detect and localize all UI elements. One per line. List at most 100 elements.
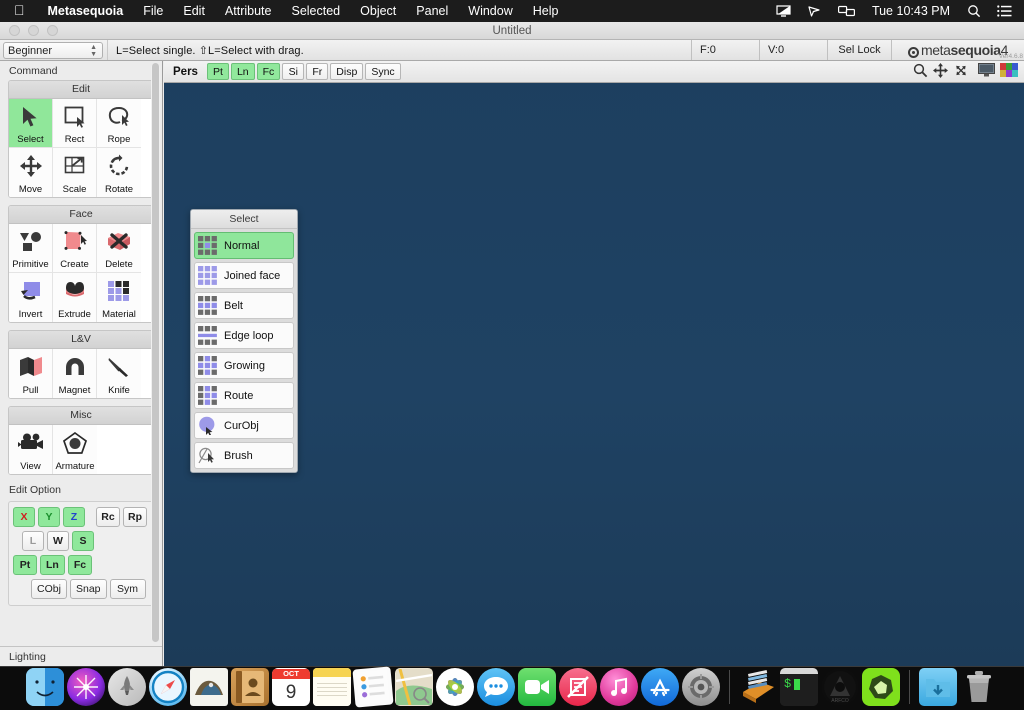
dock-item-photos[interactable] [436,668,474,706]
dock-item-trash[interactable] [960,668,998,706]
select-option-growing[interactable]: Growing [194,352,294,379]
orbit-icon[interactable] [953,63,969,81]
dock-item-metasequoia[interactable] [862,668,900,706]
edit-option-pt[interactable]: Pt [13,555,37,575]
tool-material[interactable]: Material [97,273,141,322]
monitor-icon[interactable] [978,63,995,80]
select-option-belt[interactable]: Belt [194,292,294,319]
dock-item-news[interactable] [559,668,597,706]
tool-invert[interactable]: Invert [9,273,53,322]
tool-extrude[interactable]: Extrude [53,273,97,322]
zoom-icon[interactable] [913,63,928,81]
edit-option-rc[interactable]: Rc [96,507,120,527]
tool-knife[interactable]: Knife [97,349,141,398]
command-panel-scrollbar[interactable] [151,63,160,642]
dock-item-xcode-books[interactable] [739,668,777,706]
edit-option-row-misc: CObj Snap Sym [13,579,149,599]
search-icon[interactable] [959,0,989,22]
viewbar-button-fr[interactable]: Fr [306,63,329,80]
display-mirroring-icon[interactable] [768,0,799,22]
dock-item-system-preferences[interactable] [682,668,720,706]
menu-item-file[interactable]: File [133,0,173,22]
edit-option-z[interactable]: Z [63,507,85,527]
tool-rope[interactable]: Rope [97,99,141,148]
projection-label[interactable]: Pers [173,66,198,78]
dock-item-finder[interactable] [26,668,64,706]
scrollbar-thumb[interactable] [152,63,159,642]
tool-scale[interactable]: Scale [53,148,97,197]
dock-item-maps[interactable] [395,668,433,706]
pan-icon[interactable] [933,62,948,81]
window-title-bar: Untitled [0,22,1024,40]
tool-delete[interactable]: Delete [97,224,141,273]
dock-item-downloads-folder[interactable] [919,668,957,706]
edit-option-y[interactable]: Y [38,507,60,527]
edit-option-ln[interactable]: Ln [40,555,65,575]
dock-item-safari[interactable] [149,668,187,706]
viewbar-button-sync[interactable]: Sync [365,63,401,80]
menu-item-edit[interactable]: Edit [173,0,215,22]
viewbar-button-ln[interactable]: Ln [230,63,255,80]
color-swatch-icon[interactable] [1000,63,1018,80]
edit-option-x[interactable]: X [13,507,35,527]
tool-create[interactable]: Create [53,224,97,273]
control-center-icon[interactable] [989,0,1024,22]
select-option-edge-loop[interactable]: Edge loop [194,322,294,349]
dock-item-contacts[interactable] [231,668,269,706]
tool-rotate[interactable]: Rotate [97,148,141,197]
menu-item-window[interactable]: Window [458,0,522,22]
mode-select-dropdown[interactable]: Beginner ▲ ▼ [3,42,103,59]
select-option-route[interactable]: Route [194,382,294,409]
menu-item-panel[interactable]: Panel [406,0,458,22]
tool-view[interactable]: View [9,425,53,474]
dock-item-facetime[interactable] [518,668,556,706]
dock-item-arduino[interactable]: ARFCO [821,668,859,706]
edit-option-rp[interactable]: Rp [123,507,147,527]
tool-rect[interactable]: Rect [53,99,97,148]
menu-item-selected[interactable]: Selected [281,0,350,22]
dock-item-itunes[interactable] [600,668,638,706]
select-option-normal[interactable]: Normal [194,232,294,259]
select-option-curobj[interactable]: CurObj [194,412,294,439]
select-option-brush[interactable]: Brush [194,442,294,469]
viewbar-button-fc[interactable]: Fc [256,63,281,80]
menu-item-attribute[interactable]: Attribute [215,0,282,22]
dock-item-calendar[interactable]: OCT 9 [272,668,310,706]
menu-item-metasequoia[interactable]: Metasequoia [38,0,134,22]
tool-select[interactable]: Select [9,99,53,148]
menu-item-help[interactable]: Help [523,0,569,22]
dock-item-siri[interactable] [67,668,105,706]
dock-item-terminal[interactable]: $ [780,668,818,706]
screen-sharing-icon[interactable] [830,0,863,22]
lighting-section-header[interactable]: Lighting [0,646,162,666]
dock-item-app-store[interactable] [641,668,679,706]
edit-option-s[interactable]: S [72,531,94,551]
edit-option-sym[interactable]: Sym [109,579,146,599]
tool-primitive[interactable]: Primitive [9,224,53,273]
select-option-joined-face[interactable]: Joined face [194,262,294,289]
edit-option-snap[interactable]: Snap [70,579,107,599]
menu-item-object[interactable]: Object [350,0,406,22]
airplay-icon[interactable] [799,0,830,22]
top-status-strip: Beginner ▲ ▼ L=Select single. ⇧L=Select w… [0,40,1024,61]
menu-bar-clock[interactable]: Tue 10:43 PM [863,4,959,18]
viewbar-button-pt[interactable]: Pt [206,63,229,80]
apple-logo-icon[interactable]:  [0,3,38,17]
sel-lock-button[interactable]: Sel Lock [827,40,891,60]
dock-item-messages[interactable] [477,668,515,706]
tool-pull[interactable]: Pull [9,349,53,398]
viewbar-button-disp[interactable]: Disp [330,63,364,80]
dock-item-mail[interactable] [190,668,228,706]
tool-armature[interactable]: Armature [53,425,97,474]
tool-magnet[interactable]: Magnet [53,349,97,398]
edit-option-w[interactable]: W [47,531,69,551]
edit-option-l[interactable]: L [22,531,44,551]
tool-move[interactable]: Move [9,148,53,197]
dock-item-launchpad[interactable] [108,668,146,706]
select-palette[interactable]: Select Normal Joined face Belt Edge loop… [190,209,298,473]
edit-option-cobj[interactable]: CObj [31,579,67,599]
dock-item-notes[interactable] [313,668,351,706]
viewbar-button-si[interactable]: Si [282,63,305,80]
dock-item-reminders[interactable] [352,666,394,708]
edit-option-fc[interactable]: Fc [67,555,93,575]
